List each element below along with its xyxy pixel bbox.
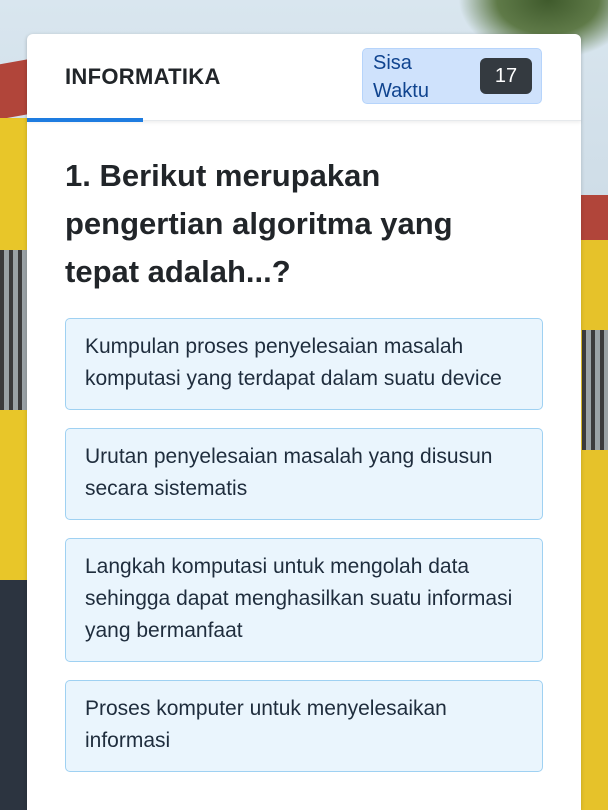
answer-option-2[interactable]: Urutan penyelesaian masalah yang disusun… xyxy=(65,428,543,520)
background-window-left xyxy=(0,250,28,410)
answer-options: Kumpulan proses penyelesaian masalah kom… xyxy=(65,318,543,792)
background-wall-right xyxy=(580,240,608,810)
timer-label: Sisa Waktu xyxy=(373,52,429,102)
timer-box: Sisa Waktu 17 xyxy=(362,48,542,104)
answer-option-3[interactable]: Langkah komputasi untuk mengolah data se… xyxy=(65,538,543,662)
answer-option-4[interactable]: Proses komputer untuk menyelesaikan info… xyxy=(65,680,543,772)
active-tab-indicator xyxy=(27,118,143,122)
question-text: 1. Berikut merupakan pengertian algoritm… xyxy=(65,158,453,289)
timer-count-badge: 17 xyxy=(480,58,532,94)
quiz-card: INFORMATIKA Sisa Waktu 17 1. Berikut mer… xyxy=(27,34,581,810)
background-window-right xyxy=(582,330,608,450)
background-roof-right xyxy=(578,195,608,240)
card-header: INFORMATIKA Sisa Waktu 17 xyxy=(27,34,581,122)
subject-title: INFORMATIKA xyxy=(65,64,221,89)
answer-option-1[interactable]: Kumpulan proses penyelesaian masalah kom… xyxy=(65,318,543,410)
